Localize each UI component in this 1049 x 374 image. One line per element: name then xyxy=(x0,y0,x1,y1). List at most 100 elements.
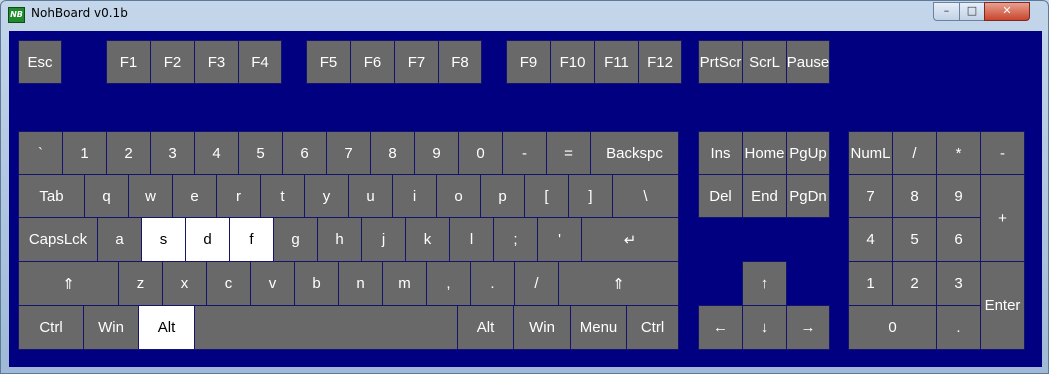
key-o: o xyxy=(436,174,481,218)
key-5: 5 xyxy=(238,131,283,175)
key-rbracket: ] xyxy=(568,174,613,218)
key-num-subtract: - xyxy=(980,131,1025,175)
key-scrl: ScrL xyxy=(742,40,787,84)
key-ins: Ins xyxy=(698,131,743,175)
key-backslash: \ xyxy=(612,174,679,218)
key-lshift: ⇑ xyxy=(18,261,119,306)
key-num-5: 5 xyxy=(892,217,937,262)
key-f5: F5 xyxy=(306,40,351,84)
key-down-arrow: ↓ xyxy=(742,305,787,350)
key-num-multiply: * xyxy=(936,131,981,175)
key-num-2: 2 xyxy=(892,261,937,306)
key-backspace: Backspc xyxy=(590,131,679,175)
key-equals: = xyxy=(546,131,591,175)
key-f12: F12 xyxy=(638,40,682,84)
key-y: y xyxy=(304,174,349,218)
key-6: 6 xyxy=(282,131,327,175)
maximize-icon: □ xyxy=(966,4,978,17)
key-lctrl: Ctrl xyxy=(18,305,84,350)
key-minus: - xyxy=(502,131,547,175)
key-d: d xyxy=(185,217,230,262)
key-num-0: 0 xyxy=(848,305,937,350)
key-num-4: 4 xyxy=(848,217,893,262)
key-g: g xyxy=(273,217,318,262)
key-l: l xyxy=(449,217,494,262)
key-f10: F10 xyxy=(550,40,595,84)
app-icon: NB xyxy=(8,7,25,23)
key-num-1: 1 xyxy=(848,261,893,306)
key-semicolon: ; xyxy=(493,217,538,262)
key-x: x xyxy=(162,261,207,306)
key-home: Home xyxy=(742,131,787,175)
key-up-arrow: ↑ xyxy=(742,261,787,306)
key-f4: F4 xyxy=(238,40,282,84)
key-k: k xyxy=(405,217,450,262)
close-icon: ✕ xyxy=(1002,4,1012,17)
key-num-3: 3 xyxy=(936,261,981,306)
key-rshift: ⇑ xyxy=(558,261,679,306)
key-lalt: Alt xyxy=(138,305,195,350)
key-ralt: Alt xyxy=(457,305,514,350)
key-q: q xyxy=(84,174,129,218)
key-esc: Esc xyxy=(18,40,62,84)
key-tab: Tab xyxy=(18,174,85,218)
key-lwin: Win xyxy=(83,305,139,350)
key-num-7: 7 xyxy=(848,174,893,218)
key-prtscr: PrtScr xyxy=(698,40,743,84)
close-button[interactable]: ✕ xyxy=(984,2,1030,21)
key-num-enter: Enter xyxy=(980,261,1025,350)
key-f9: F9 xyxy=(506,40,551,84)
key-comma: , xyxy=(426,261,471,306)
key-f3: F3 xyxy=(194,40,239,84)
key-num-add: + xyxy=(980,174,1025,262)
key-numlock: NumL xyxy=(848,131,893,175)
key-7: 7 xyxy=(326,131,371,175)
key-rwin: Win xyxy=(513,305,571,350)
key-4: 4 xyxy=(194,131,239,175)
key-num-divide: / xyxy=(892,131,937,175)
key-u: u xyxy=(348,174,393,218)
key-z: z xyxy=(118,261,163,306)
key-num-8: 8 xyxy=(892,174,937,218)
key-pgdn: PgDn xyxy=(786,174,830,218)
key-c: c xyxy=(206,261,251,306)
minimize-icon: – xyxy=(943,4,950,17)
key-r: r xyxy=(216,174,261,218)
key-a: a xyxy=(97,217,142,262)
window-title: NohBoard v0.1b xyxy=(31,6,128,20)
key-quote: ' xyxy=(537,217,582,262)
minimize-button[interactable]: – xyxy=(933,2,960,21)
key-j: j xyxy=(361,217,406,262)
key-f1: F1 xyxy=(106,40,151,84)
key-enter: ↵ xyxy=(581,217,679,262)
key-s: s xyxy=(141,217,186,262)
key-slash: / xyxy=(514,261,559,306)
key-pgup: PgUp xyxy=(786,131,830,175)
key-f2: F2 xyxy=(150,40,195,84)
maximize-button[interactable]: □ xyxy=(959,2,985,21)
key-0: 0 xyxy=(458,131,503,175)
key-f11: F11 xyxy=(594,40,639,84)
key-p: p xyxy=(480,174,525,218)
key-end: End xyxy=(742,174,787,218)
key-backtick: ` xyxy=(18,131,63,175)
key-pause: Pause xyxy=(786,40,830,84)
key-v: v xyxy=(250,261,295,306)
key-num-decimal: . xyxy=(936,305,981,350)
key-t: t xyxy=(260,174,305,218)
key-num-6: 6 xyxy=(936,217,981,262)
key-m: m xyxy=(382,261,427,306)
key-lbracket: [ xyxy=(524,174,569,218)
key-9: 9 xyxy=(414,131,459,175)
key-f7: F7 xyxy=(394,40,439,84)
key-left-arrow: ← xyxy=(698,305,743,350)
key-w: w xyxy=(128,174,173,218)
key-f: f xyxy=(229,217,274,262)
key-b: b xyxy=(294,261,339,306)
key-h: h xyxy=(317,217,362,262)
key-capslock: CapsLck xyxy=(18,217,98,262)
key-1: 1 xyxy=(62,131,107,175)
key-period: . xyxy=(470,261,515,306)
keyboard-canvas: Esc F1 F2 F3 F4 F5 F6 F7 F8 F9 F10 F11 F… xyxy=(9,31,1042,367)
title-bar[interactable]: NB NohBoard v0.1b – □ ✕ xyxy=(1,1,1048,29)
